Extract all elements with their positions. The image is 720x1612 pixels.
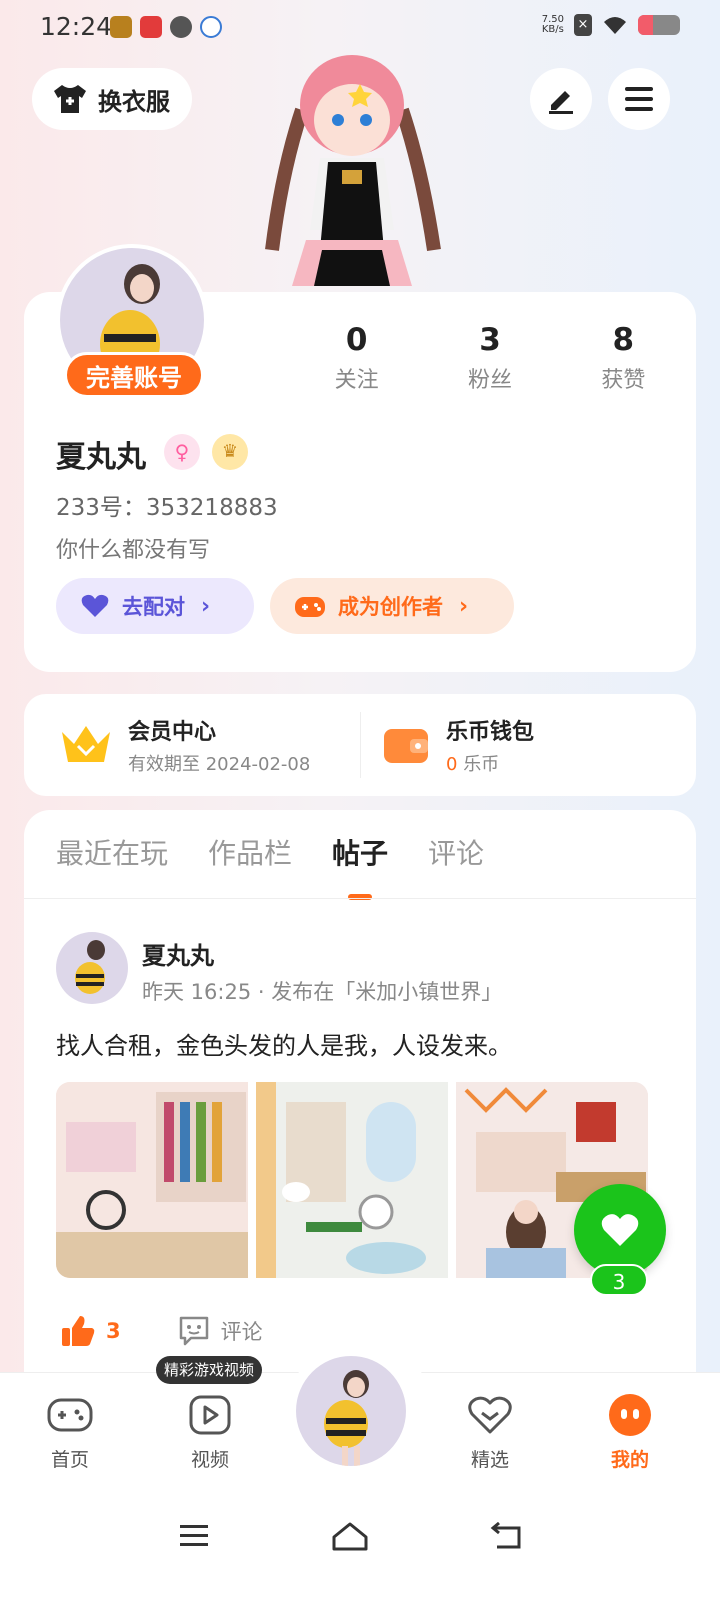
- profile-bio: 你什么都没有写: [56, 538, 211, 563]
- divider: [360, 712, 361, 778]
- member-center-entry[interactable]: 会员中心 有效期至 2024-02-08: [60, 694, 310, 796]
- nav-mine[interactable]: 我的: [570, 1391, 690, 1472]
- profile-tabs: 最近在玩 作品栏 帖子 评论: [56, 832, 484, 900]
- gamepad-icon: [295, 597, 325, 617]
- back-button[interactable]: [476, 1506, 536, 1566]
- menu-button[interactable]: [608, 68, 670, 130]
- nav-video[interactable]: 视频: [150, 1391, 270, 1472]
- stat-following[interactable]: 0 关注: [290, 322, 423, 394]
- tab-comments[interactable]: 评论: [428, 832, 484, 872]
- floating-heart-count: 3: [590, 1264, 648, 1296]
- post-image[interactable]: [56, 1082, 248, 1278]
- status-right: 7.50 KB/s ×: [542, 14, 680, 36]
- recent-apps-button[interactable]: [164, 1506, 224, 1566]
- avatar-character-image[interactable]: [262, 50, 442, 288]
- complete-account-button[interactable]: 完善账号: [64, 352, 204, 398]
- profile-name: 夏丸丸: [56, 440, 146, 475]
- tab-recent-played[interactable]: 最近在玩: [56, 832, 168, 872]
- net-speed: 7.50 KB/s: [541, 14, 564, 35]
- stats-row: 0 关注 3 粉丝 8 获赞: [290, 322, 690, 394]
- video-tooltip: 精彩游戏视频: [156, 1356, 263, 1384]
- avatar-image: [75, 940, 105, 994]
- chevron-right-icon: ›: [459, 593, 469, 619]
- menu-icon: [180, 1525, 208, 1546]
- pen-icon: [549, 91, 573, 114]
- back-icon: [490, 1522, 521, 1549]
- gamepad-icon: [47, 1398, 93, 1432]
- battery-fill: [638, 15, 653, 35]
- post-author-avatar[interactable]: [56, 932, 128, 1004]
- system-nav-bar: [0, 1492, 720, 1612]
- crown-icon: [62, 726, 110, 762]
- app-notification-icon: [200, 16, 222, 38]
- change-outfit-button[interactable]: 换衣服: [32, 68, 192, 130]
- status-app-icons: [110, 16, 222, 38]
- like-count: 3: [106, 1319, 121, 1343]
- chevron-right-icon: ›: [201, 593, 211, 619]
- post-author-name[interactable]: 夏丸丸: [142, 936, 214, 971]
- comment-icon: [179, 1316, 208, 1346]
- room-image: [256, 1082, 448, 1278]
- post-image[interactable]: [256, 1082, 448, 1278]
- nav-home-label: 首页: [50, 1449, 89, 1471]
- nav-featured-label: 精选: [470, 1449, 509, 1471]
- change-outfit-label: 换衣服: [98, 87, 170, 116]
- avatar-image: [324, 1370, 369, 1466]
- female-icon: ♀: [164, 434, 200, 470]
- nav-featured[interactable]: 精选: [430, 1391, 550, 1472]
- membership-card: 会员中心 有效期至 2024-02-08 乐币钱包 0 乐币: [24, 694, 696, 796]
- shirt-icon: [54, 85, 86, 113]
- match-button[interactable]: 去配对 ›: [56, 578, 254, 634]
- heart-icon: [601, 1214, 639, 1246]
- nav-home[interactable]: 首页: [10, 1391, 130, 1472]
- home-button[interactable]: [320, 1506, 380, 1566]
- nav-video-label: 视频: [190, 1449, 229, 1471]
- become-creator-button[interactable]: 成为创作者 ›: [270, 578, 514, 634]
- post-meta: 昨天 16:25 · 发布在「米加小镇世界」: [142, 980, 503, 1004]
- stat-likes[interactable]: 8 获赞: [557, 322, 690, 394]
- profile-uid: 233号：353218883: [56, 495, 278, 521]
- app-notification-icon: [110, 16, 132, 38]
- become-creator-label: 成为创作者: [338, 595, 443, 619]
- floating-heart-button[interactable]: [574, 1184, 666, 1276]
- battery-icon: [638, 15, 680, 35]
- hamburger-icon: [625, 87, 653, 111]
- match-label: 去配对: [122, 595, 185, 619]
- status-time: 12:24: [40, 12, 113, 41]
- member-expiry: 有效期至 2024-02-08: [128, 754, 311, 775]
- divider: [24, 898, 696, 899]
- member-center-title: 会员中心: [128, 720, 217, 745]
- status-bar: 12:24 7.50 KB/s ×: [0, 0, 720, 56]
- like-button[interactable]: 3: [60, 1314, 121, 1348]
- wifi-icon: [604, 17, 626, 34]
- double-heart-icon: [81, 594, 109, 617]
- app-notification-icon: [170, 16, 192, 38]
- post-actions: 3 评论: [60, 1314, 263, 1348]
- crown-icon[interactable]: ♛: [212, 434, 248, 470]
- thumbs-up-icon: [62, 1316, 95, 1346]
- nav-mine-label: 我的: [610, 1449, 649, 1471]
- tab-works[interactable]: 作品栏: [208, 832, 292, 872]
- comment-label: 评论: [220, 1320, 263, 1344]
- smile-face-icon: [609, 1394, 651, 1436]
- nav-avatar-button[interactable]: [296, 1356, 406, 1466]
- wallet-icon: [384, 729, 428, 763]
- home-icon: [332, 1522, 368, 1551]
- play-icon: [189, 1395, 231, 1435]
- heart-icon: [468, 1396, 512, 1434]
- wallet-balance: 0 乐币: [446, 754, 500, 775]
- post-images: [56, 1082, 648, 1278]
- wallet-entry[interactable]: 乐币钱包 0 乐币: [382, 694, 534, 796]
- post-text[interactable]: 找人合租，金色头发的人是我，人设发来。: [56, 1026, 512, 1061]
- stat-followers[interactable]: 3 粉丝: [423, 322, 556, 394]
- room-image: [56, 1082, 248, 1278]
- comment-button[interactable]: 评论: [177, 1314, 263, 1348]
- sim-off-icon: ×: [574, 14, 592, 36]
- edit-button[interactable]: [530, 68, 592, 130]
- app-notification-icon: [140, 16, 162, 38]
- tab-posts[interactable]: 帖子: [332, 832, 388, 900]
- feed-card: 最近在玩 作品栏 帖子 评论 夏丸丸 昨天 16:25 · 发布在「米加小镇世界…: [24, 810, 696, 1430]
- wallet-title: 乐币钱包: [446, 720, 535, 745]
